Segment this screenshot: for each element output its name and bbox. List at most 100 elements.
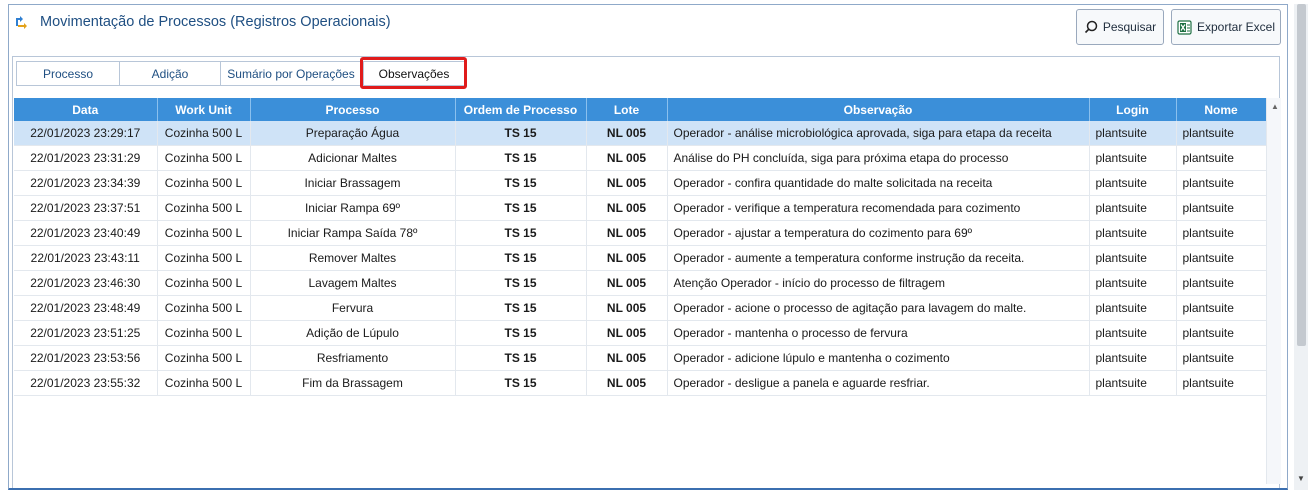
cell-login: plantsuite	[1089, 121, 1177, 146]
table-row[interactable]: 22/01/2023 23:55:32 Cozinha 500 L Fim da B…	[14, 370, 1267, 396]
cell-observacao: Atenção Operador - início do processo de…	[667, 270, 1090, 296]
export-excel-label: Exportar Excel	[1196, 20, 1276, 34]
search-icon	[1084, 20, 1098, 34]
cell-lote: NL 005	[586, 145, 668, 171]
cell-login: plantsuite	[1089, 320, 1177, 346]
page-title: Movimentação de Processos (Registros Ope…	[40, 14, 391, 30]
table-row[interactable]: 22/01/2023 23:29:17 Cozinha 500 L Preparaç…	[14, 121, 1267, 146]
cell-nome: plantsuite	[1176, 121, 1267, 146]
cell-lote: NL 005	[586, 195, 668, 221]
column-header-ordem-processo[interactable]: Ordem de Processo	[455, 98, 587, 121]
cell-lote: NL 005	[586, 370, 668, 396]
cell-work-unit: Cozinha 500 L	[157, 121, 251, 146]
tab-processo[interactable]: Processo	[16, 61, 120, 86]
cell-processo: Fim da Brassagem	[250, 370, 456, 396]
table-row[interactable]: 22/01/2023 23:51:25 Cozinha 500 L Adição d…	[14, 320, 1267, 346]
search-button-label: Pesquisar	[1102, 20, 1157, 34]
search-button[interactable]: Pesquisar	[1076, 9, 1164, 45]
cell-nome: plantsuite	[1176, 245, 1267, 271]
cell-data: 22/01/2023 23:29:17	[14, 121, 158, 146]
cell-ordem-processo: TS 15	[455, 370, 587, 396]
table-header-row: Data Work Unit Processo Ordem de Process…	[14, 98, 1267, 121]
table-row[interactable]: 22/01/2023 23:31:29 Cozinha 500 L Adiciona…	[14, 145, 1267, 171]
cell-observacao: Operador - confira quantidade do malte s…	[667, 170, 1090, 196]
cell-nome: plantsuite	[1176, 295, 1267, 321]
cell-data: 22/01/2023 23:40:49	[14, 220, 158, 246]
cell-ordem-processo: TS 15	[455, 145, 587, 171]
cell-observacao: Operador - ajustar a temperatura do cozi…	[667, 220, 1090, 246]
cell-login: plantsuite	[1089, 245, 1177, 271]
cell-ordem-processo: TS 15	[455, 245, 587, 271]
cell-processo: Adição de Lúpulo	[250, 320, 456, 346]
cell-data: 22/01/2023 23:31:29	[14, 145, 158, 171]
cell-ordem-processo: TS 15	[455, 345, 587, 371]
process-flow-icon	[16, 16, 27, 29]
cell-observacao: Operador - adicione lúpulo e mantenha o …	[667, 345, 1090, 371]
scroll-up-icon[interactable]: ▲	[1271, 102, 1279, 111]
cell-processo: Iniciar Brassagem	[250, 170, 456, 196]
cell-processo: Iniciar Rampa Saída 78º	[250, 220, 456, 246]
cell-nome: plantsuite	[1176, 220, 1267, 246]
cell-lote: NL 005	[586, 121, 668, 146]
cell-observacao: Operador - aumente a temperatura conform…	[667, 245, 1090, 271]
tab-adicao[interactable]: Adição	[119, 61, 221, 86]
table-row[interactable]: 22/01/2023 23:53:56 Cozinha 500 L Resfriam…	[14, 345, 1267, 371]
cell-ordem-processo: TS 15	[455, 170, 587, 196]
cell-processo: Resfriamento	[250, 345, 456, 371]
cell-login: plantsuite	[1089, 270, 1177, 296]
cell-work-unit: Cozinha 500 L	[157, 170, 251, 196]
column-header-processo[interactable]: Processo	[250, 98, 456, 121]
cell-processo: Adicionar Maltes	[250, 145, 456, 171]
column-header-login[interactable]: Login	[1089, 98, 1177, 121]
table-row[interactable]: 22/01/2023 23:34:39 Cozinha 500 L Iniciar …	[14, 170, 1267, 196]
cell-ordem-processo: TS 15	[455, 220, 587, 246]
cell-lote: NL 005	[586, 170, 668, 196]
column-header-observacao[interactable]: Observação	[667, 98, 1090, 121]
cell-ordem-processo: TS 15	[455, 295, 587, 321]
cell-data: 22/01/2023 23:55:32	[14, 370, 158, 396]
cell-login: plantsuite	[1089, 345, 1177, 371]
cell-data: 22/01/2023 23:46:30	[14, 270, 158, 296]
cell-ordem-processo: TS 15	[455, 195, 587, 221]
cell-nome: plantsuite	[1176, 370, 1267, 396]
cell-work-unit: Cozinha 500 L	[157, 295, 251, 321]
cell-data: 22/01/2023 23:37:51	[14, 195, 158, 221]
cell-observacao: Operador - acione o processo de agitação…	[667, 295, 1090, 321]
cell-observacao: Análise do PH concluída, siga para próxi…	[667, 145, 1090, 171]
table-row[interactable]: 22/01/2023 23:37:51 Cozinha 500 L Iniciar …	[14, 195, 1267, 221]
cell-nome: plantsuite	[1176, 195, 1267, 221]
table-row[interactable]: 22/01/2023 23:40:49 Cozinha 500 L Iniciar …	[14, 220, 1267, 246]
table-row[interactable]: 22/01/2023 23:43:11 Cozinha 500 L Remover …	[14, 245, 1267, 271]
cell-nome: plantsuite	[1176, 320, 1267, 346]
cell-data: 22/01/2023 23:48:49	[14, 295, 158, 321]
table-row[interactable]: 22/01/2023 23:46:30 Cozinha 500 L Lavagem …	[14, 270, 1267, 296]
cell-login: plantsuite	[1089, 220, 1177, 246]
tab-sumario-operacoes[interactable]: Sumário por Operações	[220, 61, 362, 86]
cell-ordem-processo: TS 15	[455, 121, 587, 146]
column-header-nome[interactable]: Nome	[1176, 98, 1267, 121]
cell-processo: Iniciar Rampa 69º	[250, 195, 456, 221]
cell-data: 22/01/2023 23:43:11	[14, 245, 158, 271]
export-excel-button[interactable]: Exportar Excel	[1171, 9, 1281, 45]
cell-work-unit: Cozinha 500 L	[157, 270, 251, 296]
cell-login: plantsuite	[1089, 370, 1177, 396]
cell-observacao: Operador - mantenha o processo de fervur…	[667, 320, 1090, 346]
cell-login: plantsuite	[1089, 195, 1177, 221]
cell-ordem-processo: TS 15	[455, 320, 587, 346]
cell-processo: Remover Maltes	[250, 245, 456, 271]
table-row[interactable]: 22/01/2023 23:48:49 Cozinha 500 L Fervura T…	[14, 295, 1267, 321]
cell-observacao: Operador - verifique a temperatura recom…	[667, 195, 1090, 221]
scroll-down-icon[interactable]: ▼	[1297, 474, 1305, 483]
cell-nome: plantsuite	[1176, 270, 1267, 296]
column-header-data[interactable]: Data	[14, 98, 158, 121]
observations-grid: Data Work Unit Processo Ordem de Process…	[14, 98, 1280, 396]
cell-data: 22/01/2023 23:53:56	[14, 345, 158, 371]
column-header-work-unit[interactable]: Work Unit	[157, 98, 251, 121]
page-scrollbar-thumb[interactable]	[1297, 4, 1306, 346]
cell-nome: plantsuite	[1176, 170, 1267, 196]
cell-work-unit: Cozinha 500 L	[157, 145, 251, 171]
column-header-lote[interactable]: Lote	[586, 98, 668, 121]
cell-processo: Fervura	[250, 295, 456, 321]
tab-observacoes[interactable]: Observações	[363, 61, 465, 86]
grid-scrollbar[interactable]: ▲	[1266, 98, 1281, 484]
